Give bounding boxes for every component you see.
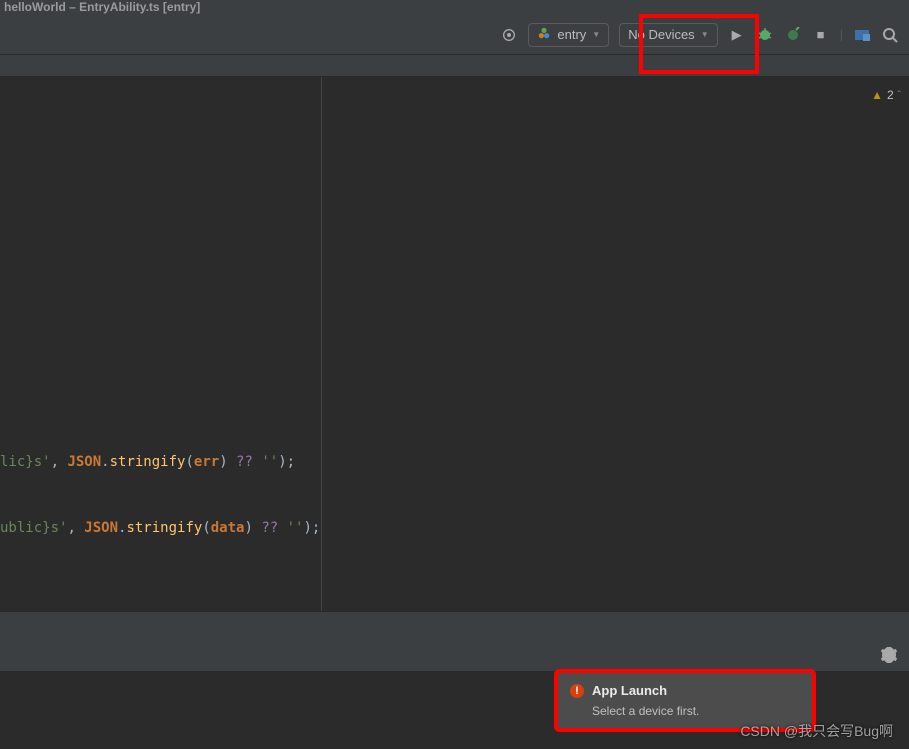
toolbar-separator: | bbox=[840, 27, 843, 42]
module-selector[interactable]: entry ▼ bbox=[528, 23, 609, 47]
editor-left-pane[interactable]: lic}s', JSON.stringify(err) ?? ''); ubli… bbox=[0, 77, 322, 611]
attach-debug-icon[interactable] bbox=[784, 26, 802, 44]
run-icon[interactable]: ▶ bbox=[728, 26, 746, 44]
gear-icon[interactable] bbox=[881, 647, 897, 666]
window-title: helloWorld – EntryAbility.ts [entry] bbox=[0, 0, 909, 15]
sync-icon[interactable] bbox=[500, 26, 518, 44]
stop-icon[interactable]: ■ bbox=[812, 26, 830, 44]
notification-toast[interactable]: ! App Launch Select a device first. bbox=[558, 673, 812, 728]
chevron-up-icon: ˆ bbox=[898, 90, 901, 101]
debug-icon[interactable] bbox=[756, 26, 774, 44]
editor-right-pane[interactable]: ▲ 2 ˆ bbox=[322, 77, 909, 611]
inspection-widget[interactable]: ▲ 2 ˆ bbox=[871, 88, 901, 102]
chevron-down-icon: ▼ bbox=[592, 30, 600, 39]
search-icon[interactable] bbox=[881, 26, 899, 44]
device-label: No Devices bbox=[628, 27, 694, 42]
editor-area: lic}s', JSON.stringify(err) ?? ''); ubli… bbox=[0, 77, 909, 611]
settings-row bbox=[0, 641, 909, 671]
code-line: ublic}s', JSON.stringify(data) ?? ''); bbox=[0, 517, 320, 539]
warning-count: 2 bbox=[887, 88, 894, 102]
error-icon: ! bbox=[570, 684, 584, 698]
code-line: lic}s', JSON.stringify(err) ?? ''); bbox=[0, 451, 295, 473]
project-structure-icon[interactable] bbox=[853, 26, 871, 44]
toast-message: Select a device first. bbox=[570, 704, 800, 718]
warning-icon: ▲ bbox=[871, 88, 883, 102]
toast-title: App Launch bbox=[592, 683, 667, 698]
watermark-text: CSDN @我只会写Bug啊 bbox=[740, 721, 893, 741]
main-toolbar: entry ▼ No Devices ▼ ▶ ■ | bbox=[0, 15, 909, 55]
module-label: entry bbox=[557, 27, 586, 42]
module-icon bbox=[537, 26, 551, 43]
breadcrumb-strip bbox=[0, 55, 909, 77]
chevron-down-icon: ▼ bbox=[701, 30, 709, 39]
device-selector[interactable]: No Devices ▼ bbox=[619, 23, 717, 47]
bottom-bar bbox=[0, 611, 909, 641]
